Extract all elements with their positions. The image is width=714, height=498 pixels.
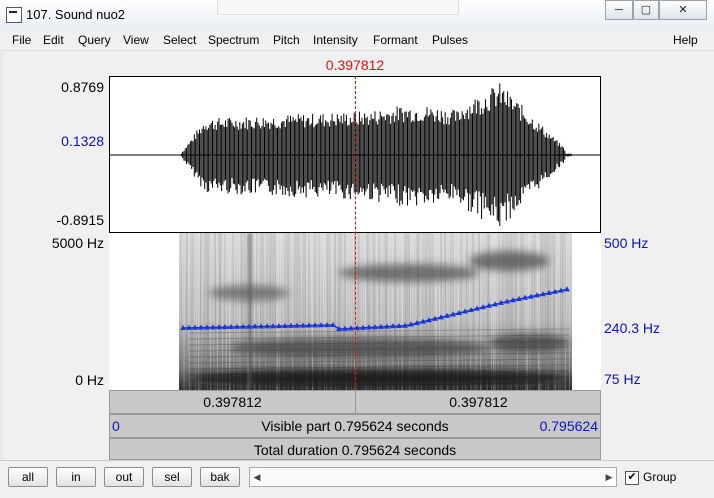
menu-help[interactable]: Help bbox=[673, 33, 698, 47]
total-duration-label: Total duration 0.795624 seconds bbox=[110, 442, 600, 458]
scroll-thumb[interactable] bbox=[264, 469, 604, 485]
menu-view[interactable]: View bbox=[123, 33, 149, 47]
pitch-min-label: 75 Hz bbox=[604, 371, 641, 387]
selection-right-time[interactable]: 0.397812 bbox=[356, 391, 601, 413]
zoom-in-button[interactable]: in bbox=[56, 467, 96, 487]
waveform-cursor-value: 0.1328 bbox=[0, 133, 104, 149]
menu-bar: File Edit Query View Select Spectrum Pit… bbox=[0, 30, 714, 51]
minimize-button[interactable]: ─ bbox=[605, 0, 633, 20]
menu-select[interactable]: Select bbox=[163, 33, 196, 47]
pitch-max-label: 500 Hz bbox=[604, 235, 648, 251]
menu-intensity[interactable]: Intensity bbox=[313, 33, 358, 47]
zoom-out-button[interactable]: out bbox=[104, 467, 144, 487]
total-duration-bar[interactable]: Total duration 0.795624 seconds bbox=[109, 438, 601, 460]
pitch-cursor-value: 240.3 Hz bbox=[604, 320, 660, 336]
menu-pitch[interactable]: Pitch bbox=[273, 33, 300, 47]
menu-spectrum[interactable]: Spectrum bbox=[208, 33, 259, 47]
zoom-all-button[interactable]: all bbox=[8, 467, 48, 487]
group-checkbox[interactable]: ✔ bbox=[625, 471, 639, 485]
window-title: 107. Sound nuo2 bbox=[26, 7, 125, 22]
bottom-toolbar: all in out sel bak ◀ ▶ ✔ Group bbox=[0, 460, 714, 498]
time-cursor[interactable] bbox=[355, 76, 356, 390]
menu-formant[interactable]: Formant bbox=[373, 33, 418, 47]
menu-file[interactable]: File bbox=[12, 33, 31, 47]
zoom-back-button[interactable]: bak bbox=[200, 467, 240, 487]
selection-left-time[interactable]: 0.397812 bbox=[110, 391, 356, 413]
maximize-button[interactable]: ▢ bbox=[633, 0, 659, 20]
cursor-time-label: 0.397812 bbox=[300, 57, 410, 73]
spectrogram-max-label: 5000 Hz bbox=[0, 235, 104, 251]
horizontal-scrollbar[interactable]: ◀ ▶ bbox=[249, 467, 617, 487]
visible-part-bar[interactable]: 0 Visible part 0.795624 seconds 0.795624 bbox=[109, 414, 601, 438]
window-left-edge bbox=[0, 50, 3, 460]
praat-window-icon bbox=[6, 7, 22, 23]
title-bar: 107. Sound nuo2 ─ ▢ ✕ bbox=[0, 0, 714, 31]
scroll-right-icon[interactable]: ▶ bbox=[602, 468, 616, 486]
menu-pulses[interactable]: Pulses bbox=[432, 33, 468, 47]
visible-end: 0.795624 bbox=[540, 418, 598, 434]
close-button[interactable]: ✕ bbox=[659, 0, 707, 20]
background-window-edge bbox=[217, 0, 459, 15]
selection-bar[interactable]: 0.397812 0.397812 bbox=[109, 390, 601, 414]
group-label: Group bbox=[643, 470, 676, 484]
visible-part-label: Visible part 0.795624 seconds bbox=[110, 418, 600, 434]
waveform-max-label: 0.8769 bbox=[0, 79, 104, 95]
zoom-selection-button[interactable]: sel bbox=[152, 467, 192, 487]
menu-query[interactable]: Query bbox=[78, 33, 111, 47]
waveform-min-label: -0.8915 bbox=[0, 212, 104, 228]
spectrogram-min-label: 0 Hz bbox=[0, 372, 104, 388]
scroll-left-icon[interactable]: ◀ bbox=[250, 468, 264, 486]
spectrogram-onset bbox=[247, 233, 252, 390]
menu-edit[interactable]: Edit bbox=[43, 33, 64, 47]
